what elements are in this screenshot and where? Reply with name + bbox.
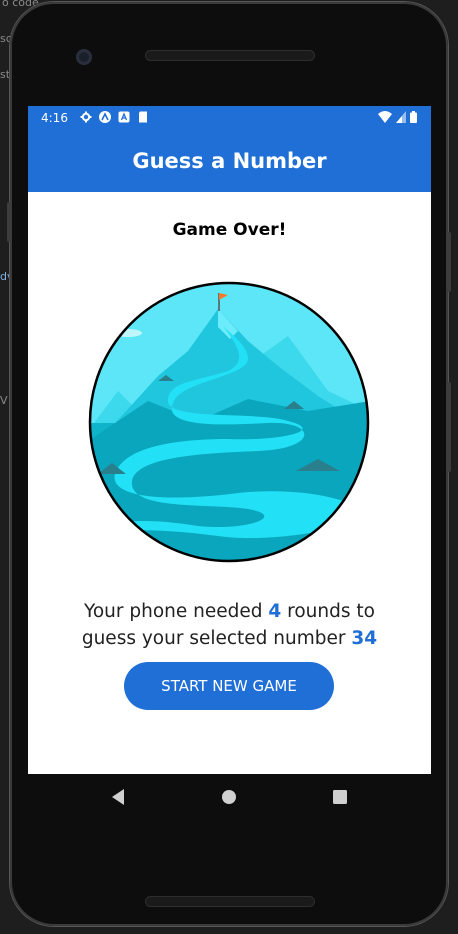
result-line2-prefix: guess your selected number	[81, 628, 352, 649]
game-over-heading: Game Over!	[172, 220, 287, 240]
summit-illustration	[88, 281, 370, 563]
status-system-icons	[378, 111, 417, 123]
signal-icon	[396, 111, 406, 123]
top-speaker	[145, 50, 315, 61]
app-screen: 4:16 Guess a Number Game Over! Your phon…	[28, 106, 431, 774]
status-notification-icons	[80, 111, 149, 123]
front-camera	[76, 49, 92, 65]
app-header: Guess a Number	[28, 130, 431, 192]
rounds-count: 4	[268, 601, 282, 622]
android-nav-bar	[28, 774, 431, 822]
result-line-1: Your phone needed 4 rounds to	[28, 598, 431, 625]
home-icon[interactable]	[221, 789, 237, 805]
bottom-speaker	[145, 896, 315, 907]
sd-card-icon	[139, 111, 147, 123]
phone-side-button	[447, 382, 451, 472]
battery-icon	[410, 111, 417, 123]
result-line-2: guess your selected number 34	[28, 625, 431, 652]
expo-icon	[99, 111, 111, 123]
status-bar: 4:16	[28, 106, 431, 130]
phone-side-button	[447, 232, 451, 292]
result-summary: Your phone needed 4 rounds to guess your…	[28, 598, 431, 652]
android-app-icon	[118, 111, 130, 123]
background-text: st	[0, 68, 11, 81]
result-middle: rounds to	[281, 601, 375, 622]
selected-number: 34	[351, 628, 378, 649]
start-new-game-label: START NEW GAME	[161, 677, 297, 695]
result-prefix: Your phone needed	[84, 601, 269, 622]
background-text: V	[0, 394, 8, 407]
recent-apps-icon[interactable]	[333, 790, 347, 804]
phone-side-button	[7, 202, 11, 242]
app-title: Guess a Number	[132, 149, 327, 173]
status-time: 4:16	[41, 111, 68, 125]
gear-icon	[80, 111, 92, 123]
start-new-game-button[interactable]: START NEW GAME	[124, 662, 334, 710]
wifi-icon	[378, 111, 392, 123]
back-icon[interactable]	[110, 788, 126, 806]
mountain-summit-image	[88, 281, 370, 563]
